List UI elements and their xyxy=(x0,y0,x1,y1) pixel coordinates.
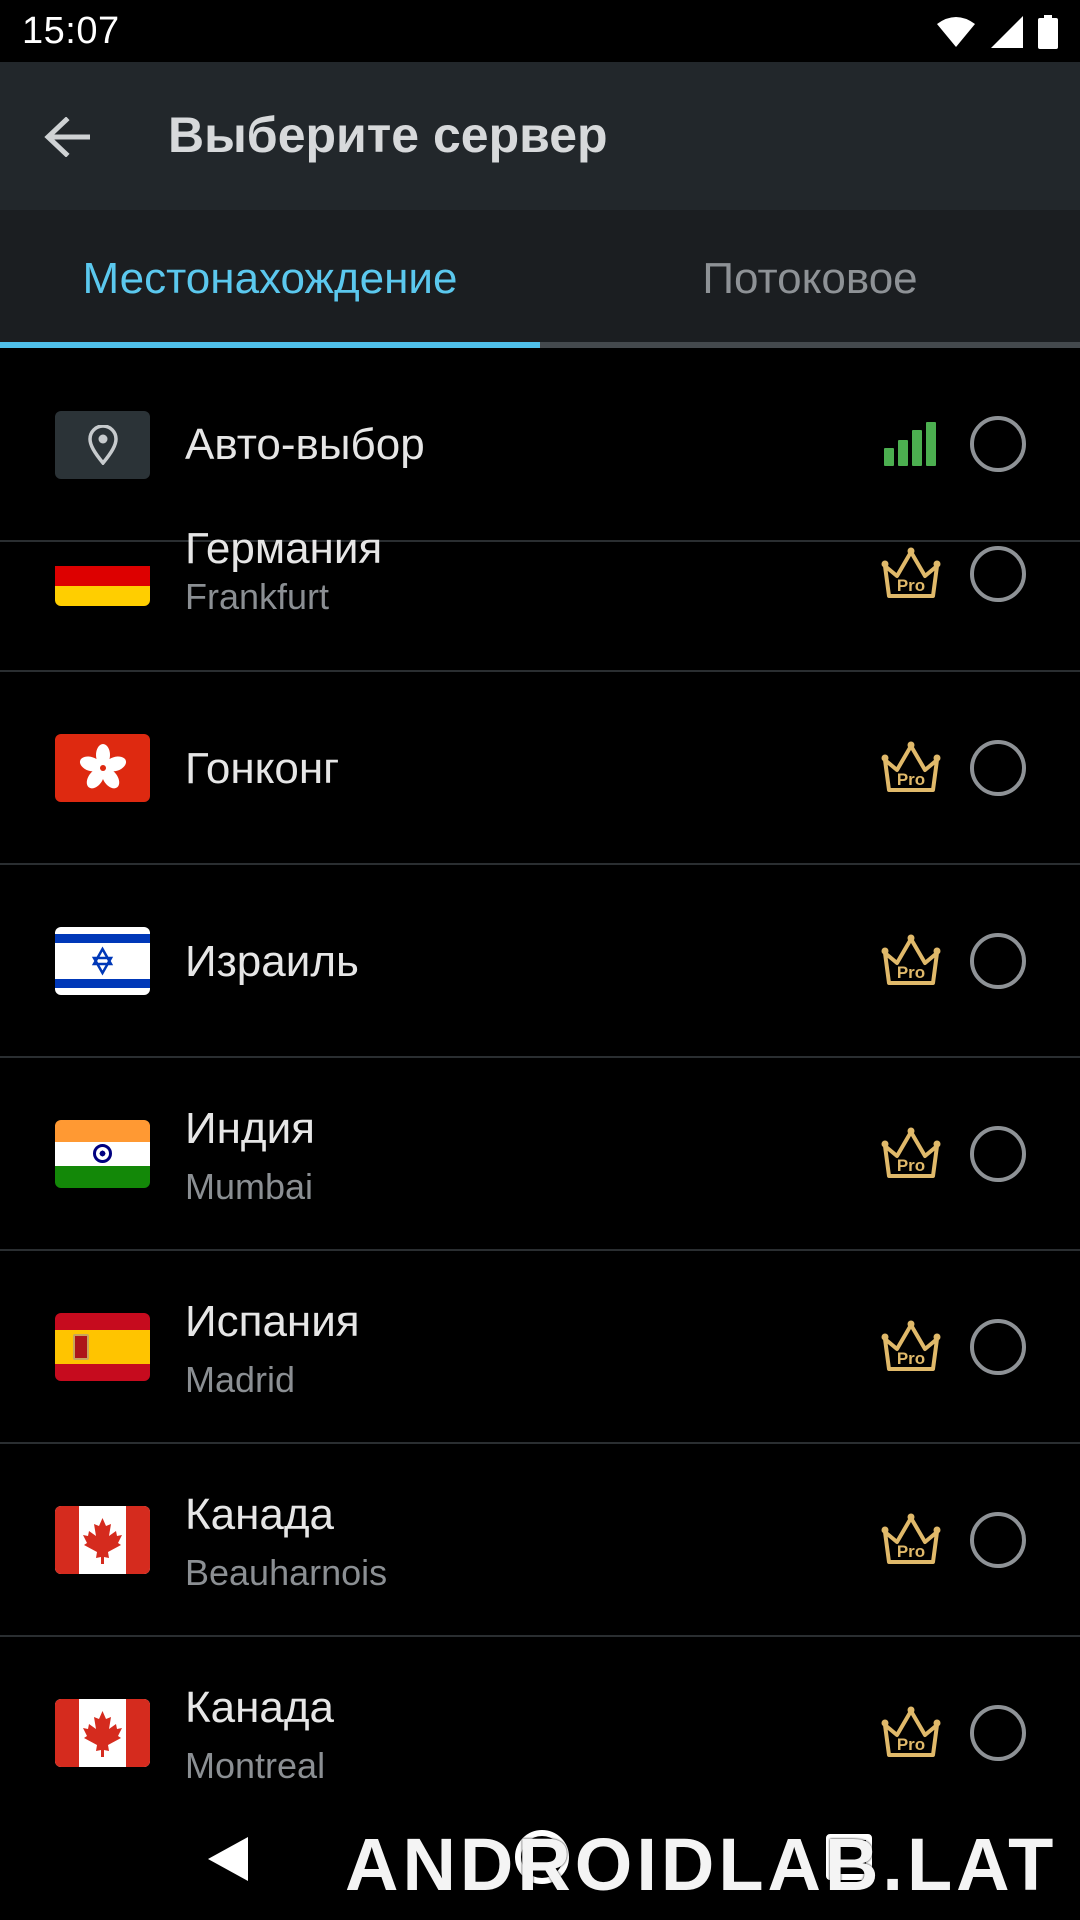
page-title: Выберите сервер xyxy=(168,107,608,163)
country-name: Гонконг xyxy=(185,744,340,793)
radio-button[interactable] xyxy=(970,1319,1026,1375)
app-bar: Выберите сервер xyxy=(0,62,1080,210)
tab-streaming[interactable]: Потоковое xyxy=(540,210,1080,348)
status-icons xyxy=(936,12,1058,52)
status-time: 15:07 xyxy=(22,10,120,52)
radio-button[interactable] xyxy=(970,1705,1026,1761)
city-name: Madrid xyxy=(185,1359,296,1400)
country-name: Индия xyxy=(185,1104,316,1153)
server-row[interactable]: Канада Beauharnois Pro xyxy=(0,1444,1080,1637)
server-row[interactable]: Канада Montreal Pro xyxy=(0,1637,1080,1800)
city-name: Frankfurt xyxy=(185,576,330,617)
cellular-signal-icon xyxy=(991,16,1023,48)
signal-bars-icon xyxy=(884,422,936,466)
pro-crown-icon: Pro xyxy=(881,547,941,598)
server-row-auto[interactable]: Авто-выбор xyxy=(0,348,1080,542)
israel-flag-icon xyxy=(55,927,150,995)
tab-location[interactable]: Местонахождение xyxy=(0,210,540,348)
location-pin-icon xyxy=(55,411,150,479)
server-list[interactable]: Авто-выбор Германия Frankfurt Pro Гонкон… xyxy=(0,348,1080,1800)
nav-back-icon[interactable] xyxy=(204,1834,250,1884)
country-name: Испания xyxy=(185,1297,360,1346)
server-row[interactable]: Израиль Pro xyxy=(0,865,1080,1058)
radio-button[interactable] xyxy=(970,1126,1026,1182)
pro-crown-icon: Pro xyxy=(881,934,941,985)
country-name: Израиль xyxy=(185,937,359,986)
radio-button[interactable] xyxy=(970,1512,1026,1568)
spain-flag-icon xyxy=(55,1313,150,1381)
back-button[interactable] xyxy=(38,108,96,166)
radio-button[interactable] xyxy=(970,933,1026,989)
country-name: Канада xyxy=(185,1490,335,1539)
server-row[interactable]: Гонконг Pro xyxy=(0,672,1080,865)
pro-label: Pro xyxy=(897,576,925,595)
pro-crown-icon: Pro xyxy=(881,741,941,792)
india-flag-icon xyxy=(55,1120,150,1188)
pro-label: Pro xyxy=(897,1542,925,1561)
server-row[interactable]: Германия Frankfurt Pro xyxy=(0,524,1080,672)
radio-button[interactable] xyxy=(970,416,1026,472)
pro-crown-icon: Pro xyxy=(881,1127,941,1178)
battery-icon xyxy=(1038,15,1058,49)
hong-kong-flag-icon xyxy=(55,734,150,802)
pro-crown-icon: Pro xyxy=(881,1320,941,1371)
city-name: Montreal xyxy=(185,1745,326,1786)
arrow-back-icon xyxy=(44,117,90,157)
server-name: Авто-выбор xyxy=(185,420,425,469)
watermark: ANDROIDLAB.LAT xyxy=(345,1823,1058,1906)
server-row[interactable]: Испания Madrid Pro xyxy=(0,1251,1080,1444)
canada-flag-icon xyxy=(55,1506,150,1574)
country-name: Германия xyxy=(185,524,383,573)
city-name: Beauharnois xyxy=(185,1552,388,1593)
pro-label: Pro xyxy=(897,963,925,982)
status-bar: 15:07 xyxy=(0,0,1080,62)
pro-label: Pro xyxy=(897,1156,925,1175)
pro-label: Pro xyxy=(897,770,925,789)
pro-crown-icon: Pro xyxy=(881,1513,941,1564)
radio-button[interactable] xyxy=(970,546,1026,602)
server-row[interactable]: Индия Mumbai Pro xyxy=(0,1058,1080,1251)
germany-flag-icon xyxy=(55,546,150,606)
canada-flag-icon xyxy=(55,1699,150,1767)
pro-label: Pro xyxy=(897,1735,925,1754)
pro-label: Pro xyxy=(897,1349,925,1368)
city-name: Mumbai xyxy=(185,1166,314,1207)
pro-crown-icon: Pro xyxy=(881,1706,941,1757)
radio-button[interactable] xyxy=(970,740,1026,796)
tab-bar: Местонахождение Потоковое xyxy=(0,210,1080,348)
wifi-icon xyxy=(937,17,975,47)
country-name: Канада xyxy=(185,1683,335,1732)
